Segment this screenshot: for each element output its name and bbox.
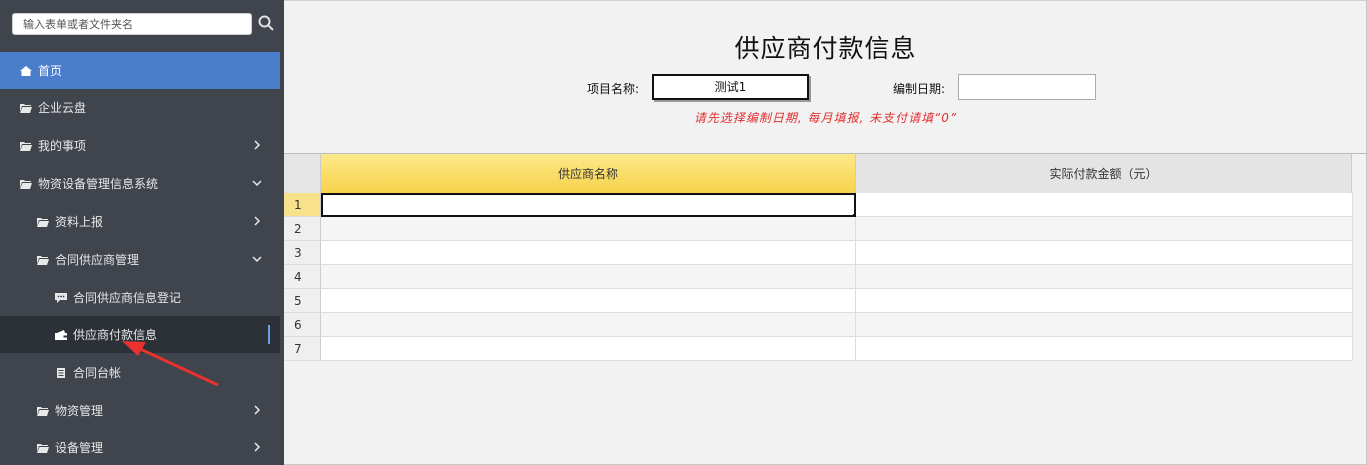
folder-icon — [37, 217, 49, 227]
row-number[interactable]: 4 — [284, 265, 321, 289]
folder-icon — [37, 255, 49, 265]
folder-icon — [20, 179, 32, 189]
row-number[interactable]: 7 — [284, 337, 321, 361]
wallet-icon — [55, 329, 67, 340]
supplier-name-cell[interactable] — [321, 289, 856, 313]
form-area: 供应商付款信息 项目名称: 测试1 编制日期: 请先选择编制日期, 每月填报, … — [284, 0, 1367, 465]
selection-indicator — [268, 325, 270, 344]
sidebar-item-label: 设备管理 — [55, 441, 104, 455]
search-input[interactable] — [12, 13, 252, 35]
folder-icon — [20, 103, 32, 113]
table-row: 1 — [284, 193, 1353, 219]
sidebar-item-label: 合同供应商管理 — [55, 253, 140, 267]
chevron-right-icon — [254, 140, 261, 150]
sidebar-item-contract-ledger[interactable]: 合同台帐 — [0, 354, 280, 391]
sidebar-item-supplier-payment[interactable]: 供应商付款信息 — [0, 316, 280, 353]
sidebar-item-label: 首页 — [38, 64, 63, 78]
supplier-name-cell[interactable] — [321, 193, 858, 219]
payment-amount-cell[interactable] — [856, 289, 1353, 313]
row-number[interactable]: 6 — [284, 313, 321, 337]
supplier-name-cell[interactable] — [321, 241, 856, 265]
row-number[interactable]: 2 — [284, 217, 321, 241]
search-icon[interactable] — [257, 14, 275, 32]
sidebar: 首页 企业云盘 我的事项 物资设备管理信息系统 资料上报 合同供应商管理 合同供… — [0, 0, 284, 465]
project-name-field[interactable]: 测试1 — [652, 74, 809, 100]
ledger-icon — [57, 367, 65, 378]
table-row: 7 — [284, 337, 1353, 361]
notice-text: 请先选择编制日期, 每月填报, 未支付请填“0” — [693, 111, 958, 125]
sidebar-item-label: 我的事项 — [38, 139, 87, 153]
sidebar-item-materials-system[interactable]: 物资设备管理信息系统 — [0, 165, 280, 202]
table-row: 6 — [284, 313, 1353, 337]
sidebar-item-label: 物资设备管理信息系统 — [38, 177, 159, 191]
supplier-name-cell[interactable] — [321, 313, 856, 337]
payment-amount-cell[interactable] — [856, 193, 1353, 217]
sidebar-item-supplier-register[interactable]: 合同供应商信息登记 — [0, 279, 280, 316]
chevron-right-icon — [254, 442, 261, 452]
sidebar-item-home[interactable]: 首页 — [0, 52, 280, 89]
chevron-right-icon — [254, 405, 261, 415]
sidebar-item-data-report[interactable]: 资料上报 — [0, 203, 280, 240]
column-header-payment-amount[interactable]: 实际付款金额（元） — [856, 154, 1352, 194]
compile-date-field[interactable] — [958, 74, 1096, 100]
sidebar-item-my-tasks[interactable]: 我的事项 — [0, 127, 280, 164]
chevron-down-icon — [252, 180, 262, 187]
header-corner — [284, 154, 321, 194]
payment-amount-cell[interactable] — [856, 313, 1353, 337]
table-row: 3 — [284, 241, 1353, 265]
comment-icon — [55, 292, 67, 303]
chevron-right-icon — [254, 216, 261, 226]
table-header: 供应商名称 实际付款金额（元） — [284, 153, 1367, 194]
sidebar-item-label: 供应商付款信息 — [73, 328, 158, 342]
column-header-supplier-name[interactable]: 供应商名称 — [321, 154, 856, 194]
sidebar-item-materials-mgmt[interactable]: 物资管理 — [0, 392, 280, 429]
table-row: 4 — [284, 265, 1353, 289]
payment-amount-cell[interactable] — [856, 217, 1353, 241]
home-icon — [20, 65, 32, 76]
row-number[interactable]: 1 — [284, 193, 321, 217]
table-row: 2 — [284, 217, 1353, 241]
payment-amount-cell[interactable] — [856, 265, 1353, 289]
supplier-name-cell[interactable] — [321, 337, 856, 361]
sidebar-item-contract-supplier-mgmt[interactable]: 合同供应商管理 — [0, 241, 280, 278]
payment-amount-cell[interactable] — [856, 337, 1353, 361]
row-number[interactable]: 3 — [284, 241, 321, 265]
sidebar-item-label: 企业云盘 — [38, 101, 87, 115]
supplier-name-cell[interactable] — [321, 265, 856, 289]
compile-date-label: 编制日期: — [893, 82, 946, 96]
sidebar-item-label: 物资管理 — [55, 404, 104, 418]
page-title: 供应商付款信息 — [734, 34, 917, 63]
sidebar-item-label: 资料上报 — [55, 215, 104, 229]
chevron-down-icon — [252, 256, 262, 263]
sidebar-item-equipment-mgmt[interactable]: 设备管理 — [0, 429, 280, 465]
folder-icon — [37, 443, 49, 453]
folder-icon — [20, 141, 32, 151]
sidebar-item-label: 合同供应商信息登记 — [73, 291, 182, 305]
table-row: 5 — [284, 289, 1353, 313]
sidebar-item-label: 合同台帐 — [73, 366, 122, 380]
row-number[interactable]: 5 — [284, 289, 321, 313]
search-bar — [0, 0, 284, 51]
sidebar-item-cloud-drive[interactable]: 企业云盘 — [0, 89, 280, 126]
payment-amount-cell[interactable] — [856, 241, 1353, 265]
folder-icon — [37, 406, 49, 416]
project-name-label: 项目名称: — [587, 82, 640, 96]
supplier-name-cell[interactable] — [321, 217, 856, 241]
